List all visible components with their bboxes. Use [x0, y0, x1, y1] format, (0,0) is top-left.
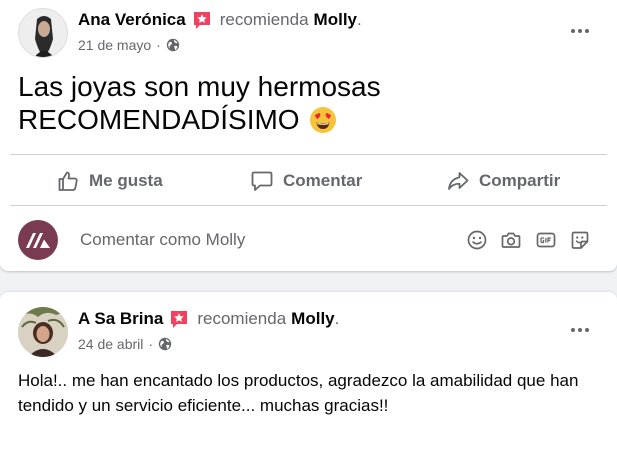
page-name[interactable]: Molly — [291, 309, 334, 329]
share-label: Compartir — [479, 171, 561, 190]
dot — [578, 29, 582, 33]
meta-separator: · — [156, 37, 161, 53]
post-card: Ana Verónica recomienda Molly . 21 de ma… — [0, 0, 617, 271]
thumbs-up-icon — [58, 171, 78, 191]
share-arrow-icon — [448, 172, 469, 190]
post-text-line: RECOMENDADÍSIMO — [18, 104, 300, 135]
post-text-line: Las joyas son muy hermosas — [18, 71, 381, 102]
post-date[interactable]: 21 de mayo — [78, 37, 151, 53]
post-meta: 21 de mayo · — [78, 37, 180, 53]
divider — [10, 205, 607, 206]
author-photo — [19, 9, 67, 57]
post-text: Hola!.. me han encantado los productos, … — [18, 371, 579, 415]
globe-icon — [158, 337, 172, 351]
comment-input[interactable]: Comentar como Molly — [80, 230, 245, 250]
globe-icon — [166, 38, 180, 52]
like-button[interactable]: Me gusta — [56, 168, 163, 194]
author-avatar[interactable] — [18, 8, 68, 58]
dot — [585, 328, 589, 332]
comment-button[interactable]: Comentar — [250, 168, 362, 194]
share-button[interactable]: Compartir — [446, 168, 560, 194]
recommend-badge-icon — [169, 309, 189, 329]
page-avatar[interactable] — [18, 220, 58, 260]
recommend-badge-icon — [192, 10, 212, 30]
like-label: Me gusta — [89, 171, 163, 190]
camera-icon[interactable] — [500, 229, 522, 251]
emoji-icon[interactable] — [466, 229, 488, 251]
dot — [571, 29, 575, 33]
author-photo — [18, 307, 68, 357]
more-options-button[interactable] — [565, 21, 595, 41]
header-punctuation: . — [357, 10, 362, 29]
meta-separator: · — [148, 336, 154, 352]
page-name[interactable]: Molly — [314, 10, 357, 30]
author-avatar[interactable] — [18, 307, 68, 357]
header-punctuation: . — [334, 309, 340, 328]
post-date[interactable]: 24 de abril — [78, 336, 143, 352]
more-options-button[interactable] — [565, 320, 595, 340]
post-text: Las joyas son muy hermosas RECOMENDADÍSI… — [18, 70, 608, 136]
dot — [578, 328, 582, 332]
author-name[interactable]: A Sa Brina — [78, 309, 163, 329]
molly-logo-icon — [26, 233, 50, 248]
comment-label: Comentar — [283, 171, 363, 190]
sticker-icon[interactable] — [569, 229, 591, 251]
divider — [10, 154, 607, 155]
post-header: Ana Verónica recomienda Molly . — [78, 10, 362, 30]
gif-icon[interactable] — [535, 229, 557, 251]
dot — [585, 29, 589, 33]
comment-icon — [251, 171, 273, 191]
author-name[interactable]: Ana Verónica — [78, 10, 186, 30]
recommends-text: recomienda — [197, 309, 287, 328]
dot — [571, 328, 575, 332]
recommends-text: recomienda — [219, 10, 309, 29]
post-header: A Sa Brina recomienda Molly . — [78, 309, 339, 329]
post-meta: 24 de abril · — [78, 336, 172, 352]
heart-eyes-emoji — [309, 106, 336, 133]
